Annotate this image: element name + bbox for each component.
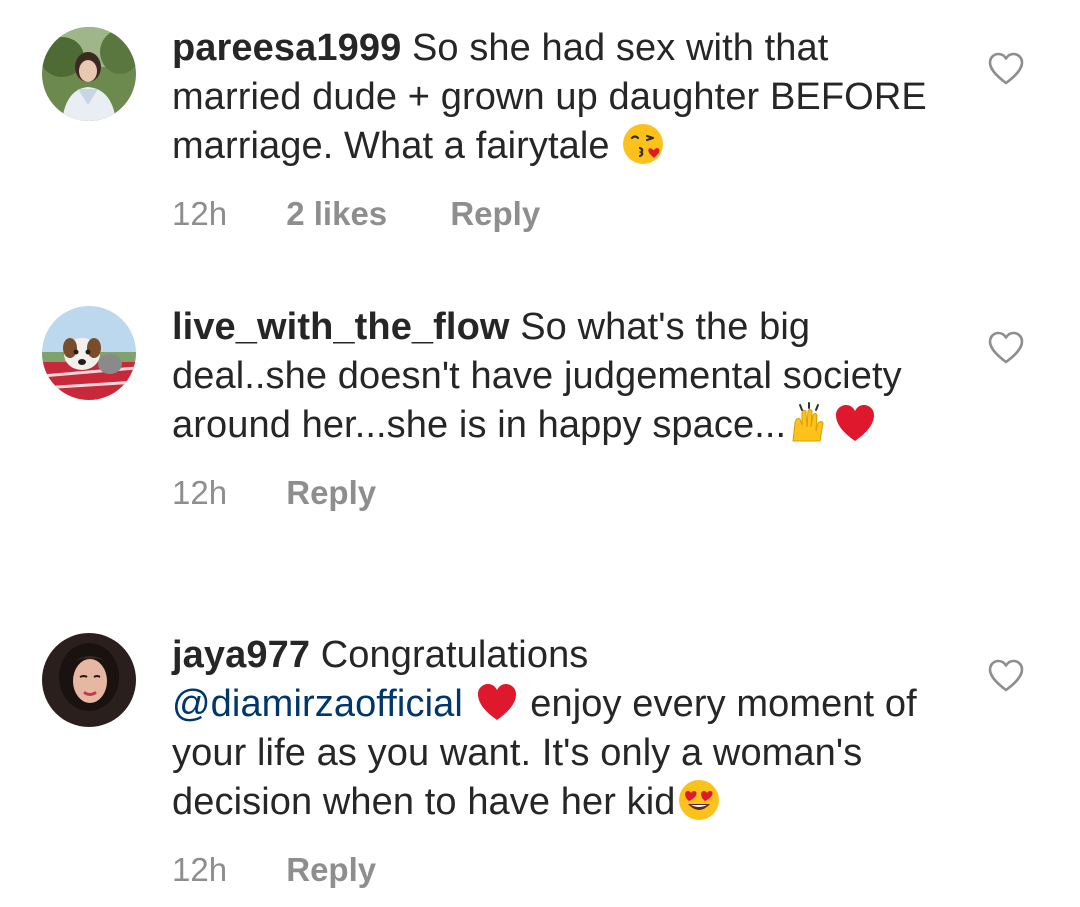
comment-username[interactable]: jaya977 bbox=[172, 634, 310, 676]
like-comment-button[interactable] bbox=[988, 331, 1024, 365]
red-heart-icon bbox=[475, 680, 519, 724]
user-mention-link[interactable]: @diamirzaofficial bbox=[172, 683, 463, 725]
like-comment-button[interactable] bbox=[988, 52, 1024, 86]
reply-button[interactable]: Reply bbox=[450, 195, 540, 233]
avatar[interactable] bbox=[42, 306, 136, 400]
avatar[interactable] bbox=[42, 633, 136, 727]
user-photo-icon bbox=[42, 306, 136, 400]
comment-list: pareesa1999 So she had sex with that mar… bbox=[0, 0, 1080, 907]
raising-hands-icon bbox=[787, 401, 831, 445]
reply-button[interactable]: Reply bbox=[286, 851, 376, 889]
like-comment-button[interactable] bbox=[988, 659, 1024, 693]
comment-time: 12h bbox=[172, 851, 228, 888]
reply-button[interactable]: Reply bbox=[286, 474, 376, 512]
smiling-face-heart-eyes-icon bbox=[677, 778, 721, 822]
comment-meta: 12h 2 likes Reply bbox=[172, 195, 962, 233]
comment-meta: 12h Reply bbox=[172, 474, 962, 512]
heart-outline-icon bbox=[988, 52, 1024, 85]
comment-body: pareesa1999 So she had sex with that mar… bbox=[172, 24, 962, 233]
comment-text: pareesa1999 So she had sex with that mar… bbox=[172, 24, 962, 171]
comment-username[interactable]: live_with_the_flow bbox=[172, 306, 510, 348]
user-photo-icon bbox=[42, 27, 136, 121]
comment-text: live_with_the_flow So what's the big dea… bbox=[172, 303, 962, 450]
comment-meta: 12h Reply bbox=[172, 851, 962, 889]
comment-username[interactable]: pareesa1999 bbox=[172, 27, 401, 69]
user-photo-icon bbox=[42, 633, 136, 727]
comment-time: 12h bbox=[172, 195, 228, 232]
comment-time: 12h bbox=[172, 474, 228, 511]
heart-outline-icon bbox=[988, 331, 1024, 364]
avatar[interactable] bbox=[42, 27, 136, 121]
comment-message: Congratulations bbox=[320, 634, 589, 676]
comment-text: jaya977 Congratulations @diamirzaofficial… bbox=[172, 631, 962, 827]
comment-body: live_with_the_flow So what's the big dea… bbox=[172, 303, 962, 512]
comment-body: jaya977 Congratulations @diamirzaofficial… bbox=[172, 631, 962, 889]
comment-likes-link[interactable]: 2 likes bbox=[286, 195, 387, 233]
face-blowing-kiss-icon bbox=[621, 122, 665, 166]
red-heart-icon bbox=[833, 401, 877, 445]
heart-outline-icon bbox=[988, 659, 1024, 692]
